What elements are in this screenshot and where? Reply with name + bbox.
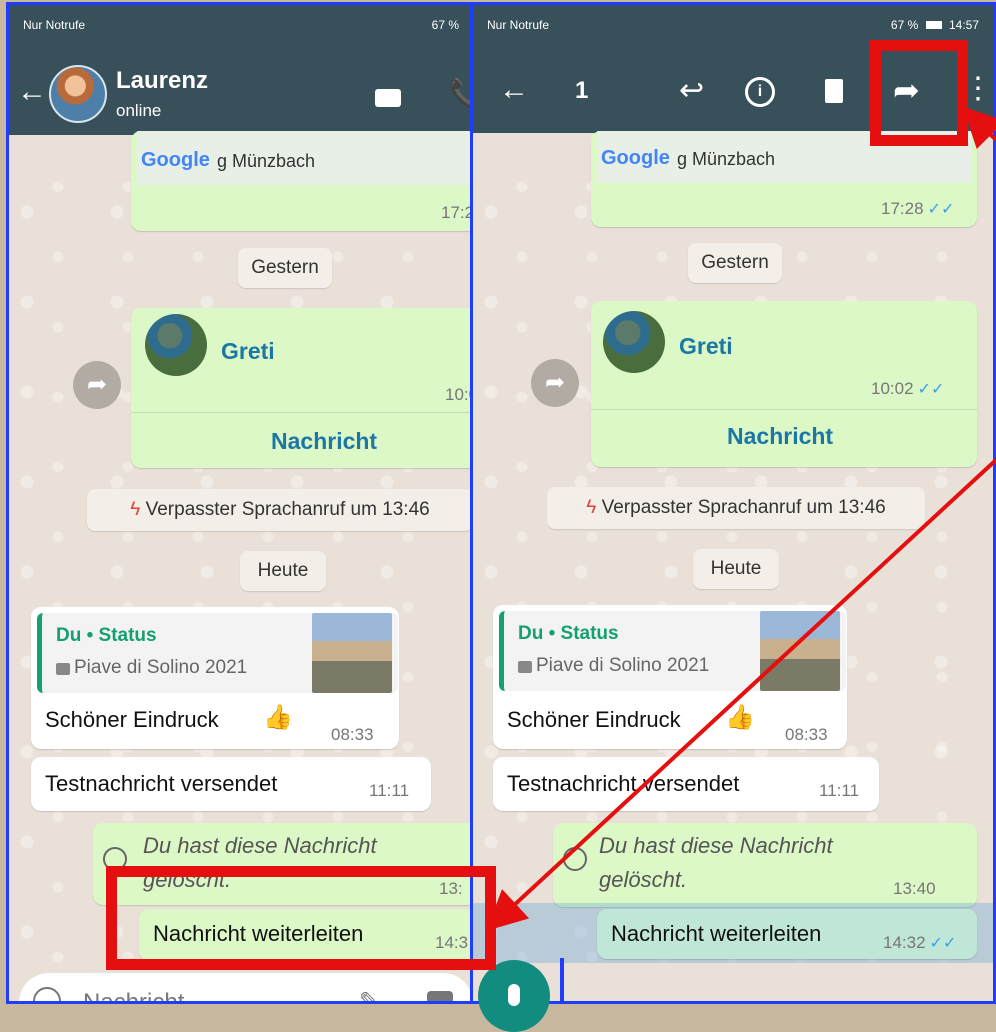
arrow-to-forward (962, 106, 996, 150)
arrow-to-message (486, 458, 996, 931)
annotation-arrows (486, 106, 996, 931)
